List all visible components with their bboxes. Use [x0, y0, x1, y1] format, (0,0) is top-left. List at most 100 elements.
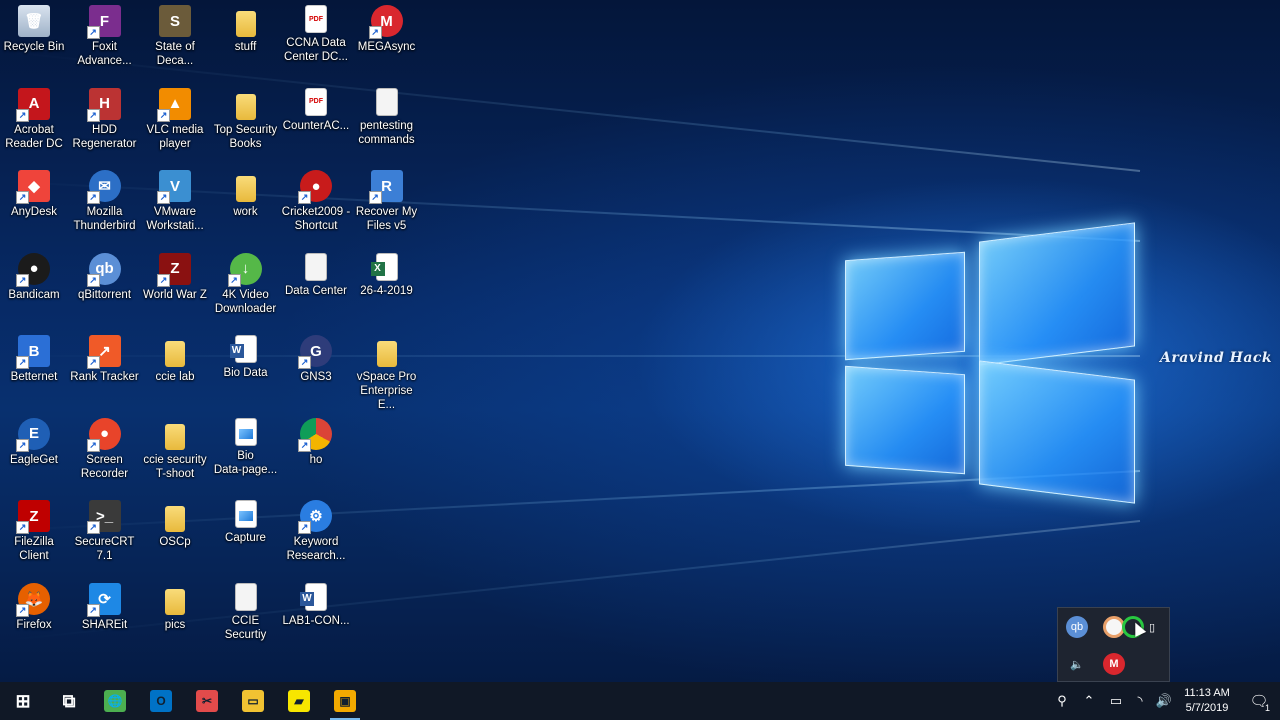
- desktop-icon-label: pentesting commands: [358, 119, 415, 146]
- volume-icon[interactable]: 🔊: [1152, 682, 1176, 720]
- desktop-icon-4k-video-downloader[interactable]: ↓4K Video Downloader: [211, 252, 281, 316]
- file-explorer-icon: ▭: [242, 690, 264, 712]
- desktop-icon-acrobat[interactable]: AAcrobat Reader DC: [0, 87, 69, 151]
- action-center-button[interactable]: 🗨 1: [1238, 682, 1280, 720]
- desktop-icon-state-of-decay[interactable]: S State of Deca...: [140, 5, 210, 68]
- state-of-decay-icon: S: [159, 5, 191, 37]
- taskbar-vmware-taskbar-button[interactable]: ▣: [322, 682, 368, 720]
- desktop-icon-label: Recycle Bin: [3, 41, 65, 53]
- folder-icon: [165, 588, 185, 615]
- desktop-icon-foxit[interactable]: FFoxit Advance...: [70, 5, 140, 68]
- desktop-icon-pdf[interactable]: PDF CCNA Data Center DC...: [281, 5, 351, 64]
- wifi-icon[interactable]: ◝: [1128, 682, 1152, 720]
- desktop-icon-label: ccie lab: [155, 371, 195, 383]
- desktop-icon-label: Capture: [225, 532, 266, 544]
- vmware-taskbar-icon: ▣: [334, 690, 356, 712]
- desktop-icon-folder[interactable]: vSpace Pro Enterprise E...: [352, 335, 422, 412]
- desktop-icon-label: qBittorrent: [77, 288, 132, 301]
- folder-icon: [165, 506, 185, 532]
- folder-icon: [235, 93, 256, 120]
- desktop-icon-label: 4K Video Downloader: [214, 288, 277, 315]
- desktop-icon-mega[interactable]: M MEGAsync: [352, 5, 422, 54]
- desktop-icon-securecrt[interactable]: >_SecureCRT 7.1: [70, 500, 140, 563]
- desktop-icon-text-file[interactable]: CCIE Securtiy: [211, 582, 281, 642]
- desktop-icon-folder[interactable]: ccie security T-shoot: [140, 418, 210, 481]
- desktop-icon-hdd-regenerator[interactable]: HHDD Regenerator: [70, 87, 140, 151]
- desktop-icon-keyword-research[interactable]: ⚙Keyword Research...: [281, 500, 351, 563]
- desktop-icon-recycle-bin[interactable]: 🗑 Recycle Bin: [0, 5, 69, 54]
- desktop-icon-shareit[interactable]: ⟳SHAREit: [70, 582, 140, 632]
- clock[interactable]: 11:13 AM 5/7/2019: [1176, 686, 1238, 716]
- desktop-icon-folder[interactable]: Top Security Books: [211, 88, 281, 151]
- sticky-notes-icon: ▰: [288, 690, 310, 712]
- desktop-icon-folder[interactable]: stuff: [211, 5, 281, 54]
- desktop-icon-qbittorrent[interactable]: qbqBittorrent: [70, 252, 140, 302]
- desktop-icon-label: SecureCRT 7.1: [74, 536, 135, 562]
- desktop-icon-excel-file[interactable]: 26-4-2019: [352, 252, 422, 298]
- start-windows-icon: ⊞: [15, 690, 31, 711]
- folder-icon: [235, 176, 256, 202]
- desktop-icon-pdf[interactable]: PDF CounterAC...: [281, 87, 351, 133]
- taskbar-outlook-button[interactable]: O: [138, 682, 184, 720]
- taskbar-file-explorer-button[interactable]: ▭: [230, 682, 276, 720]
- desktop-icon-image-file[interactable]: Capture: [211, 500, 281, 545]
- desktop-icon-world-war-z[interactable]: ZWorld War Z: [140, 252, 210, 302]
- folder-icon: [165, 341, 185, 367]
- desktop-icon-thunderbird[interactable]: ✉Mozilla Thunderbird: [70, 170, 140, 233]
- desktop-icon-label: stuff: [234, 41, 257, 53]
- taskbar-snipping-tool-button[interactable]: ✂: [184, 682, 230, 720]
- show-hidden-icons-chevron-up-icon[interactable]: ⌃: [1074, 682, 1104, 720]
- desktop-icon-word-file[interactable]: Bio Data: [211, 335, 281, 380]
- desktop-icon-word-file[interactable]: LAB1-CON...: [281, 582, 351, 628]
- desktop-icon-label: World War Z: [143, 288, 207, 301]
- desktop-icon-anydesk[interactable]: ◆ AnyDesk: [0, 170, 69, 219]
- word-file-icon: [300, 582, 327, 611]
- desktop-icon-label: Foxit Advance...: [77, 41, 132, 67]
- outlook-icon: O: [150, 690, 172, 712]
- desktop-icon-betternet[interactable]: B Betternet: [0, 335, 69, 384]
- anydesk-icon: ◆: [16, 170, 50, 204]
- desktop-icon-recover-files[interactable]: RRecover My Files v5: [352, 170, 422, 233]
- desktop-icon-screen-recorder[interactable]: ●Screen Recorder: [70, 417, 140, 481]
- desktop-icon-folder[interactable]: work: [211, 170, 281, 219]
- desktop-icon-text-file[interactable]: pentesting commands: [352, 87, 422, 147]
- 4k-video-downloader-icon: ↓: [227, 252, 262, 287]
- desktop-icon-chrome[interactable]: ho: [281, 417, 351, 467]
- folder-icon: [165, 423, 185, 450]
- desktop-icon-eagleget[interactable]: EEagleGet: [0, 417, 69, 467]
- desktop-icon-rank-tracker[interactable]: ↗ Rank Tracker: [70, 335, 140, 384]
- desktop-icon-folder[interactable]: pics: [140, 583, 210, 632]
- taskbar-start-windows-button[interactable]: ⊞: [0, 682, 46, 720]
- thunderbird-icon: ✉: [86, 170, 121, 204]
- snipping-tool-icon: ✂: [196, 690, 218, 712]
- qbittorrent-tray-icon[interactable]: qb: [1066, 616, 1088, 638]
- desktop-icon-bandicam[interactable]: ●Bandicam: [0, 252, 69, 302]
- taskbar-sticky-notes-button[interactable]: ▰: [276, 682, 322, 720]
- desktop-icon-text-file[interactable]: Data Center: [281, 252, 351, 298]
- folder-icon: [376, 341, 397, 367]
- clock-time: 11:13 AM: [1184, 687, 1230, 699]
- people-icon[interactable]: ⚲: [1050, 682, 1074, 720]
- desktop-icon-cricket[interactable]: ●Cricket2009 - Shortcut: [281, 170, 351, 233]
- desktop-icon-vmware[interactable]: VVMware Workstati...: [140, 170, 210, 233]
- desktop-icon-firefox[interactable]: 🦊Firefox: [0, 582, 69, 632]
- qbittorrent-icon: qb: [86, 252, 121, 287]
- desktop-icon-gns3[interactable]: G GNS3: [281, 335, 351, 384]
- desktop-icon-label: Bio Data-page...: [213, 449, 278, 476]
- desktop-icon-label: Data Center: [284, 284, 347, 297]
- desktop-icon-folder[interactable]: ccie lab: [140, 335, 210, 384]
- foxit-icon: F: [86, 5, 121, 39]
- battery-icon[interactable]: ▭: [1104, 682, 1128, 720]
- mega-tray-icon[interactable]: M: [1103, 653, 1125, 675]
- filezilla-icon: Z: [16, 500, 50, 534]
- mega-icon: M: [368, 5, 403, 39]
- desktop-icon-label: EagleGet: [10, 453, 58, 466]
- desktop-icon-filezilla[interactable]: ZFileZilla Client: [0, 500, 69, 563]
- image-file-icon: [234, 417, 257, 446]
- taskbar-task-view-button[interactable]: ⧉: [46, 682, 92, 720]
- desktop-icon-image-file[interactable]: Bio Data-page...: [211, 417, 281, 477]
- desktop-icon-folder[interactable]: OSCp: [140, 500, 210, 549]
- volume-tray-icon[interactable]: 🔈: [1066, 653, 1088, 675]
- desktop-icon-vlc[interactable]: ▲VLC media player: [140, 87, 210, 151]
- taskbar-globe-app-button[interactable]: 🌐: [92, 682, 138, 720]
